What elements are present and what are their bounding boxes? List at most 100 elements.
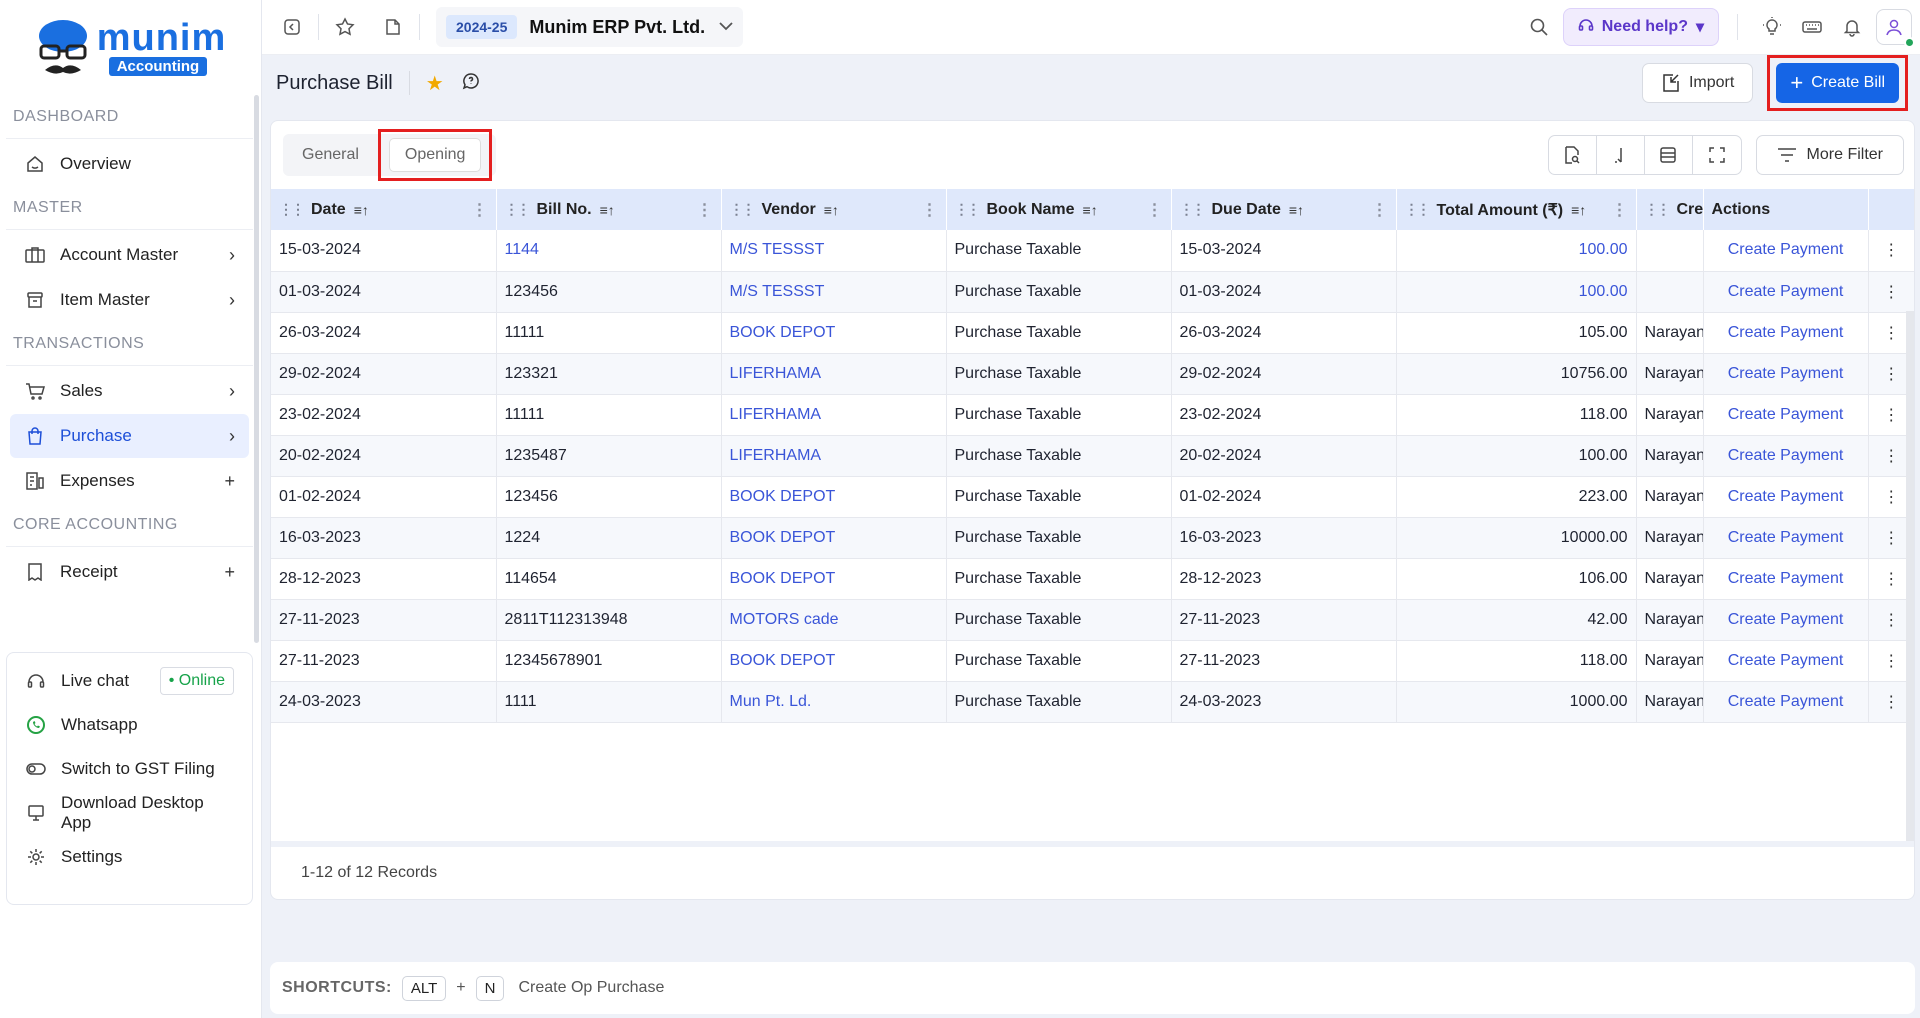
need-help-button[interactable]: Need help? ▾ xyxy=(1562,8,1719,46)
whatsapp-item[interactable]: Whatsapp xyxy=(11,703,248,747)
sort-icon[interactable]: ≡↑ xyxy=(1571,202,1586,218)
sort-icon[interactable]: ≡↑ xyxy=(354,202,369,218)
plus-icon[interactable]: + xyxy=(224,562,235,583)
sidebar-item-account-master[interactable]: Account Master › xyxy=(10,233,249,277)
drag-handle-icon[interactable]: ⋮⋮ xyxy=(279,201,305,218)
table-row[interactable]: 28-12-2023 114654 BOOK DEPOT Purchase Ta… xyxy=(271,558,1914,599)
sidebar-item-sales[interactable]: Sales › xyxy=(10,369,249,413)
create-payment-link[interactable]: Create Payment xyxy=(1703,517,1869,558)
column-header[interactable]: ⋮⋮ Date ≡↑ ⋮ xyxy=(271,189,497,230)
create-payment-link[interactable]: Create Payment xyxy=(1703,435,1869,476)
column-header[interactable]: ⋮⋮ Book Name ≡↑ ⋮ xyxy=(946,189,1172,230)
table-scrollbar[interactable] xyxy=(1906,311,1914,841)
logo[interactable]: munim Accounting xyxy=(0,0,261,95)
tips-button[interactable] xyxy=(1756,11,1788,43)
cell-total-amount[interactable]: 100.00 xyxy=(1396,230,1637,271)
cell-vendor-link[interactable]: M/S TESSST xyxy=(721,230,947,271)
cell-vendor-link[interactable]: BOOK DEPOT xyxy=(721,558,947,599)
sidebar-item-item-master[interactable]: Item Master › xyxy=(10,278,249,322)
sort-icon[interactable]: ≡↑ xyxy=(600,202,615,218)
notes-button[interactable] xyxy=(377,11,409,43)
table-row[interactable]: 23-02-2024 11111 LIFERHAMA Purchase Taxa… xyxy=(271,394,1914,435)
notifications-button[interactable] xyxy=(1836,11,1868,43)
create-payment-link[interactable]: Create Payment xyxy=(1703,681,1869,722)
download-app-item[interactable]: Download Desktop App xyxy=(11,791,248,835)
drag-handle-icon[interactable]: ⋮⋮ xyxy=(1405,201,1431,218)
plus-icon[interactable]: + xyxy=(224,471,235,492)
table-row[interactable]: 15-03-2024 1144 M/S TESSST Purchase Taxa… xyxy=(271,230,1914,271)
drag-handle-icon[interactable]: ⋮⋮ xyxy=(955,201,981,218)
column-menu-icon[interactable]: ⋮ xyxy=(1372,200,1388,220)
fullscreen-button[interactable] xyxy=(1693,136,1741,174)
density-button[interactable] xyxy=(1645,136,1693,174)
create-payment-link[interactable]: Create Payment xyxy=(1703,640,1869,681)
column-header[interactable]: ⋮⋮ Bill No. ≡↑ ⋮ xyxy=(496,189,722,230)
create-payment-link[interactable]: Create Payment xyxy=(1703,230,1869,271)
create-payment-link[interactable]: Create Payment xyxy=(1703,353,1869,394)
gst-filing-item[interactable]: Switch to GST Filing xyxy=(11,747,248,791)
sidebar-item-overview[interactable]: Overview xyxy=(10,142,249,186)
table-row[interactable]: 26-03-2024 11111 BOOK DEPOT Purchase Tax… xyxy=(271,312,1914,353)
tab-general[interactable]: General xyxy=(287,138,374,172)
create-payment-link[interactable]: Create Payment xyxy=(1703,394,1869,435)
drag-handle-icon[interactable]: ⋮⋮ xyxy=(1645,201,1671,218)
more-filter-button[interactable]: More Filter xyxy=(1755,135,1904,175)
create-payment-link[interactable]: Create Payment xyxy=(1703,476,1869,517)
table-row[interactable]: 27-11-2023 12345678901 BOOK DEPOT Purcha… xyxy=(271,640,1914,681)
table-row[interactable]: 24-03-2023 1111 Mun Pt. Ld. Purchase Tax… xyxy=(271,681,1914,722)
create-payment-link[interactable]: Create Payment xyxy=(1703,599,1869,640)
column-header[interactable]: ⋮⋮ Total Amount (₹) ≡↑ ⋮ xyxy=(1396,189,1637,230)
settings-item[interactable]: Settings xyxy=(11,835,248,879)
cell-vendor-link[interactable]: BOOK DEPOT xyxy=(721,312,947,353)
cell-vendor-link[interactable]: M/S TESSST xyxy=(721,271,947,312)
cell-vendor-link[interactable]: BOOK DEPOT xyxy=(721,517,947,558)
table-row[interactable]: 01-02-2024 123456 BOOK DEPOT Purchase Ta… xyxy=(271,476,1914,517)
chat-help-icon[interactable] xyxy=(462,72,480,95)
cell-vendor-link[interactable]: LIFERHAMA xyxy=(721,394,947,435)
search-report-button[interactable] xyxy=(1549,136,1597,174)
table-row[interactable]: 01-03-2024 123456 M/S TESSST Purchase Ta… xyxy=(271,271,1914,312)
cell-vendor-link[interactable]: BOOK DEPOT xyxy=(721,640,947,681)
live-chat-item[interactable]: Live chat • Online xyxy=(11,659,248,703)
cell-vendor-link[interactable]: LIFERHAMA xyxy=(721,435,947,476)
sidebar-item-receipt[interactable]: Receipt + xyxy=(10,550,249,594)
column-header[interactable]: ⋮⋮ Due Date ≡↑ ⋮ xyxy=(1171,189,1397,230)
tab-opening[interactable]: Opening xyxy=(388,138,482,172)
table-row[interactable]: 20-02-2024 1235487 LIFERHAMA Purchase Ta… xyxy=(271,435,1914,476)
cell-vendor-link[interactable]: MOTORS cade xyxy=(721,599,947,640)
create-payment-link[interactable]: Create Payment xyxy=(1703,558,1869,599)
column-menu-icon[interactable]: ⋮ xyxy=(1147,200,1163,220)
table-row[interactable]: 29-02-2024 123321 LIFERHAMA Purchase Tax… xyxy=(271,353,1914,394)
column-header[interactable]: ⋮⋮ Crea xyxy=(1636,189,1704,230)
user-avatar[interactable] xyxy=(1876,9,1915,48)
sort-icon[interactable]: ≡↑ xyxy=(1083,202,1098,218)
row-menu-icon[interactable]: ⋮ xyxy=(1868,230,1914,271)
import-button[interactable]: Import xyxy=(1641,63,1754,103)
column-menu-icon[interactable]: ⋮ xyxy=(922,200,938,220)
column-header[interactable]: Actions xyxy=(1703,189,1869,230)
keyboard-button[interactable] xyxy=(1796,11,1828,43)
table-row[interactable]: 16-03-2023 1224 BOOK DEPOT Purchase Taxa… xyxy=(271,517,1914,558)
sort-button[interactable] xyxy=(1597,136,1645,174)
cell-total-amount[interactable]: 100.00 xyxy=(1396,271,1637,312)
search-button[interactable] xyxy=(1523,11,1555,43)
row-menu-icon[interactable]: ⋮ xyxy=(1868,271,1914,312)
create-payment-link[interactable]: Create Payment xyxy=(1703,312,1869,353)
collapse-sidebar-button[interactable] xyxy=(276,11,308,43)
sidebar-scrollbar[interactable] xyxy=(254,95,259,643)
column-menu-icon[interactable]: ⋮ xyxy=(697,200,713,220)
column-menu-icon[interactable]: ⋮ xyxy=(1612,200,1628,220)
cell-bill-no[interactable]: 1144 xyxy=(496,230,722,271)
create-bill-button[interactable]: + Create Bill xyxy=(1776,63,1899,103)
sort-icon[interactable]: ≡↑ xyxy=(1289,202,1304,218)
favorites-button[interactable] xyxy=(329,11,361,43)
column-menu-icon[interactable]: ⋮ xyxy=(472,200,488,220)
company-selector[interactable]: 2024-25 Munim ERP Pvt. Ltd. xyxy=(436,7,744,47)
sidebar-item-expenses[interactable]: Expenses + xyxy=(10,459,249,503)
table-row[interactable]: 27-11-2023 2811T112313948 MOTORS cade Pu… xyxy=(271,599,1914,640)
cell-vendor-link[interactable]: LIFERHAMA xyxy=(721,353,947,394)
drag-handle-icon[interactable]: ⋮⋮ xyxy=(1180,201,1206,218)
sidebar-item-purchase[interactable]: Purchase › xyxy=(10,414,249,458)
favorite-star-icon[interactable]: ★ xyxy=(426,71,444,96)
create-payment-link[interactable]: Create Payment xyxy=(1703,271,1869,312)
